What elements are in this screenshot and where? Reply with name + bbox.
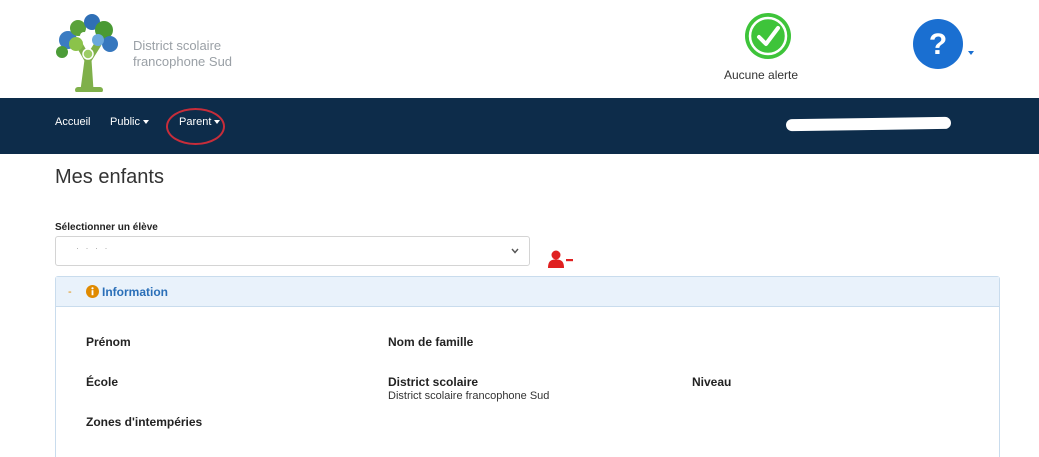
district-name: District scolaire francophone Sud xyxy=(133,38,232,70)
alert-status-text: Aucune alerte xyxy=(724,68,799,82)
student-select-value: · · · · xyxy=(76,243,110,253)
highlight-circle-annotation xyxy=(166,108,225,145)
district-label: District scolaire xyxy=(388,375,479,389)
chevron-down-icon[interactable] xyxy=(968,50,974,56)
app-header: District scolaire francophone Sud Aucune… xyxy=(0,0,1039,98)
weather-zones-label: Zones d'intempéries xyxy=(86,415,203,429)
collapse-toggle-icon[interactable]: - xyxy=(68,286,72,298)
district-name-line1: District scolaire xyxy=(133,38,222,53)
check-circle-icon[interactable] xyxy=(744,12,792,60)
nav-item-accueil[interactable]: Accueil xyxy=(55,116,90,128)
chevron-down-icon xyxy=(511,248,519,254)
last-name-label: Nom de famille xyxy=(388,335,474,349)
student-select[interactable]: · · · · xyxy=(55,236,530,266)
student-select-label: Sélectionner un élève xyxy=(55,222,158,233)
panel-header[interactable]: - Information xyxy=(56,277,999,307)
grade-label: Niveau xyxy=(692,375,732,389)
information-panel: - Information Prénom Nom de famille Écol… xyxy=(55,276,1000,457)
nav-item-label: Accueil xyxy=(55,116,91,128)
nav-item-label: Public xyxy=(110,116,140,128)
question-circle-icon[interactable]: ? xyxy=(912,18,964,70)
info-circle-icon xyxy=(86,285,99,298)
tree-logo-icon[interactable] xyxy=(54,10,124,92)
school-label: École xyxy=(86,375,119,389)
user-minus-icon[interactable] xyxy=(548,250,574,268)
page-title: Mes enfants xyxy=(55,166,164,188)
panel-title: Information xyxy=(102,285,168,299)
first-name-label: Prénom xyxy=(86,335,131,349)
nav-item-public[interactable]: Public xyxy=(110,116,149,128)
redacted-user-name[interactable] xyxy=(785,116,952,132)
caret-down-icon xyxy=(142,120,149,125)
district-value: District scolaire francophone Sud xyxy=(388,390,550,402)
svg-text:?: ? xyxy=(929,28,947,61)
district-name-line2: francophone Sud xyxy=(133,54,233,69)
